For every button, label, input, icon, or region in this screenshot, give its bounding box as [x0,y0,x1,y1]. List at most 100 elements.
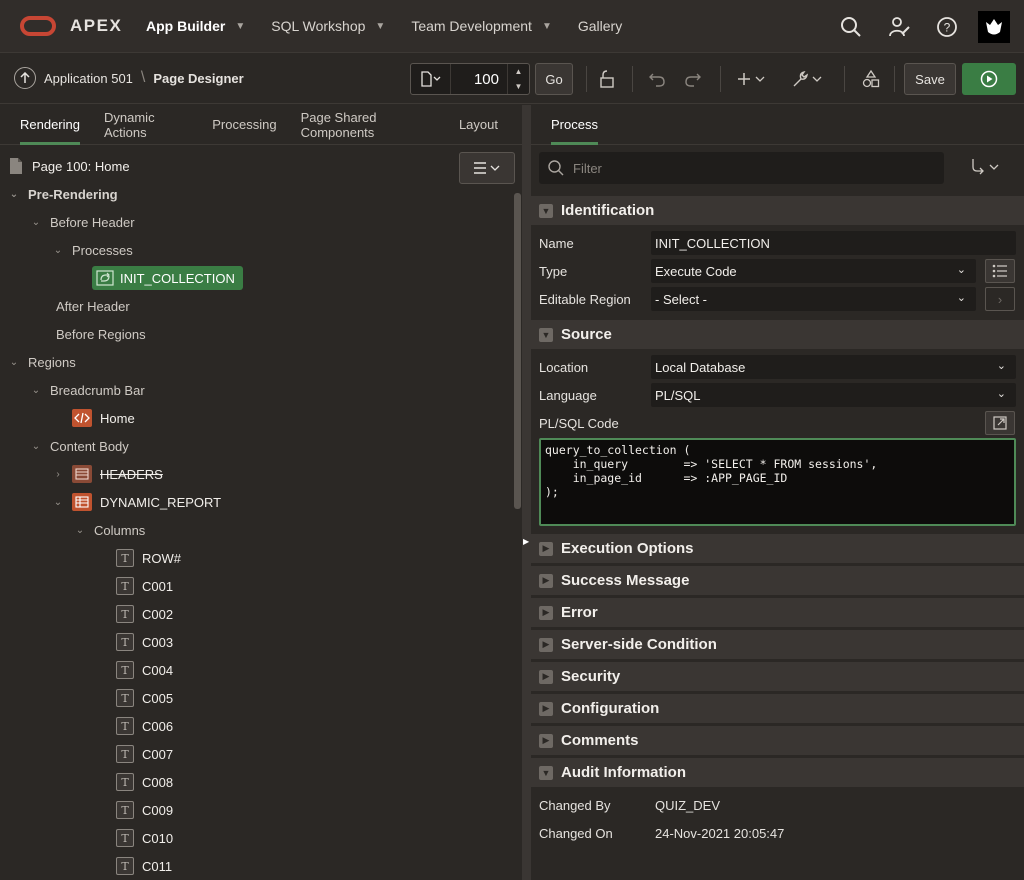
create-menu-icon[interactable] [734,63,770,95]
location-select[interactable]: Local Database ⌄ [651,355,1016,379]
section-server-side-condition[interactable]: ▶ Server-side Condition [531,630,1024,660]
tree-node-init-collection[interactable]: INIT_COLLECTION [92,266,243,290]
name-field[interactable]: INIT_COLLECTION [651,231,1016,255]
tree-node-regions[interactable]: ⌄ Regions [8,350,76,374]
chevron-down-icon[interactable]: ⌄ [30,385,42,396]
tab-page-shared-components[interactable]: Page Shared Components [301,105,435,145]
tree-node-column[interactable]: T C003 [116,630,173,654]
redo-icon[interactable] [680,63,706,95]
help-icon[interactable]: ? [930,10,964,44]
page-selector[interactable]: ▲ ▼ [410,63,530,95]
section-audit-information[interactable]: ▼ Audit Information [531,758,1024,788]
save-and-run-button[interactable] [962,63,1016,95]
tree-node-column[interactable]: T C007 [116,742,173,766]
go-to-group-menu[interactable] [969,157,1001,177]
chevron-up-icon[interactable]: ▲ [515,67,523,76]
chevron-down-icon[interactable]: ▼ [539,327,553,342]
tree-node-pre-rendering[interactable]: ⌄ Pre-Rendering [8,182,118,206]
tree-scrollbar[interactable] [514,193,521,509]
tree-menu-button[interactable] [459,152,515,184]
up-arrow-icon[interactable] [14,67,36,89]
undo-icon[interactable] [644,63,670,95]
tree-node-column[interactable]: T C006 [116,714,173,738]
section-error[interactable]: ▶ Error [531,598,1024,628]
chevron-down-icon[interactable]: ⌄ [8,189,20,200]
collapse-arrow-icon[interactable]: ▶ [523,537,529,546]
page-number-input[interactable] [451,70,507,88]
utilities-wrench-icon[interactable] [790,63,826,95]
apex-logo[interactable]: APEX [20,16,140,36]
nav-team-development[interactable]: Team Development ▼ [411,18,552,34]
editable-region-select[interactable]: - Select - ⌄ [651,287,976,311]
tab-layout[interactable]: Layout [459,105,498,145]
tab-dynamic-actions[interactable]: Dynamic Actions [104,105,188,145]
chevron-down-icon[interactable]: ⌄ [8,357,20,368]
tree-node-dynamic-report[interactable]: ⌄ DYNAMIC_REPORT [52,490,221,514]
chevron-down-icon[interactable]: ▼ [539,203,553,218]
chevron-right-icon[interactable]: › [52,469,64,480]
filter-input[interactable] [573,160,913,176]
chevron-right-icon[interactable]: ▶ [539,605,553,620]
chevron-right-icon[interactable]: ▶ [539,573,553,588]
tree-node-column[interactable]: T ROW# [116,546,181,570]
language-select[interactable]: PL/SQL ⌄ [651,383,1016,407]
chevron-down-icon[interactable]: ⌄ [30,441,42,452]
tree-node-columns[interactable]: ⌄ Columns [74,518,146,542]
tree-node-before-regions[interactable]: Before Regions [56,322,146,346]
tree-node-page[interactable]: Page 100: Home [8,154,130,178]
go-button[interactable]: Go [535,63,573,95]
chevron-down-icon[interactable]: ▼ [515,82,523,91]
tree-node-home[interactable]: Home [72,406,135,430]
plsql-code-editor[interactable]: query_to_collection ( in_query => 'SELEC… [539,438,1016,526]
chevron-down-icon[interactable]: ⌄ [52,497,64,508]
lock-icon[interactable] [594,63,620,95]
save-button[interactable]: Save [904,63,956,95]
chevron-right-icon[interactable]: ▶ [539,733,553,748]
tree-node-column[interactable]: T C010 [116,826,173,850]
tree-node-column[interactable]: T C004 [116,658,173,682]
tree-node-content-body[interactable]: ⌄ Content Body [30,434,129,458]
chevron-right-icon[interactable]: ▶ [539,637,553,652]
chevron-right-icon[interactable]: ▶ [539,701,553,716]
go-to-region-button[interactable]: › [985,287,1015,311]
nav-gallery[interactable]: Gallery [578,18,622,34]
section-execution-options[interactable]: ▶ Execution Options [531,534,1024,564]
tree-node-column[interactable]: T C001 [116,574,173,598]
tree-node-column[interactable]: T C005 [116,686,173,710]
tree-node-column[interactable]: T C008 [116,770,173,794]
type-select[interactable]: Execute Code ⌄ [651,259,976,283]
chevron-right-icon[interactable]: ▶ [539,541,553,556]
list-of-values-button[interactable] [985,259,1015,283]
open-code-editor-button[interactable] [985,411,1015,435]
chevron-right-icon[interactable]: ▶ [539,669,553,684]
administration-icon[interactable] [882,10,916,44]
chevron-down-icon[interactable]: ⌄ [30,217,42,228]
page-number-stepper[interactable]: ▲ ▼ [507,64,529,94]
property-filter[interactable] [539,152,944,184]
tree-node-before-header[interactable]: ⌄ Before Header [30,210,135,234]
nav-sql-workshop[interactable]: SQL Workshop ▼ [271,18,385,34]
tree-node-column[interactable]: T C011 [116,854,172,878]
section-comments[interactable]: ▶ Comments [531,726,1024,756]
search-icon[interactable] [834,10,868,44]
chevron-down-icon[interactable]: ⌄ [74,525,86,536]
section-configuration[interactable]: ▶ Configuration [531,694,1024,724]
tree-node-column[interactable]: T C009 [116,798,173,822]
chevron-down-icon[interactable]: ▼ [539,765,553,780]
shared-components-icon[interactable] [858,63,884,95]
page-icon[interactable] [411,64,451,94]
chevron-down-icon[interactable]: ⌄ [52,245,64,256]
tree-node-after-header[interactable]: After Header [56,294,130,318]
pane-splitter[interactable]: ▶ [522,105,531,880]
tab-rendering[interactable]: Rendering [20,105,80,145]
section-success-message[interactable]: ▶ Success Message [531,566,1024,596]
tree-node-processes[interactable]: ⌄ Processes [52,238,133,262]
tree-node-column[interactable]: T C002 [116,602,173,626]
section-source[interactable]: ▼ Source [531,320,1024,350]
tab-process[interactable]: Process [551,105,598,145]
breadcrumb-application[interactable]: Application 501 [44,71,133,86]
selected-tree-item[interactable]: INIT_COLLECTION [92,266,243,290]
section-identification[interactable]: ▼ Identification [531,196,1024,226]
section-security[interactable]: ▶ Security [531,662,1024,692]
tree-node-breadcrumb-bar[interactable]: ⌄ Breadcrumb Bar [30,378,145,402]
